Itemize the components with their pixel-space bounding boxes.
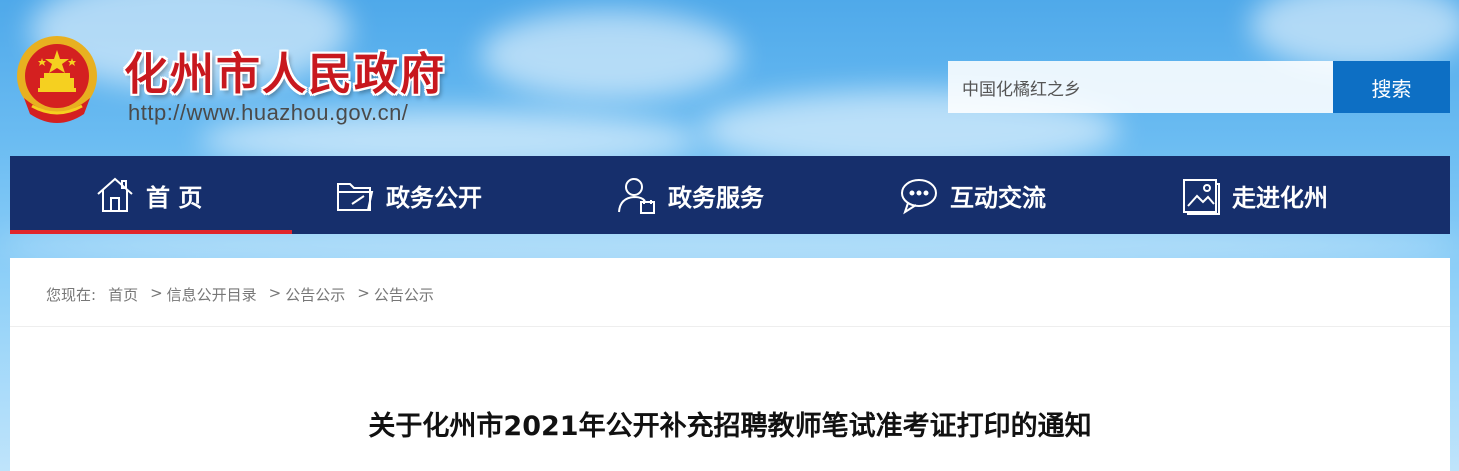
breadcrumb: 您现在: 首页 > 信息公开目录 > 公告公示 > 公告公示 — [46, 284, 434, 305]
breadcrumb-prefix: 您现在: — [46, 286, 97, 304]
breadcrumb-separator: > — [357, 284, 370, 302]
nav-item-label: 首 页 — [146, 183, 203, 212]
folder-icon — [337, 183, 374, 211]
breadcrumb-separator: > — [150, 284, 163, 302]
breadcrumb-announcements[interactable]: 公告公示 — [285, 284, 345, 305]
divider — [10, 326, 1450, 327]
picture-icon — [1183, 179, 1220, 215]
nav-item-label: 走进化州 — [1232, 183, 1328, 212]
nav-item-about-huazhou[interactable]: 走进化州 — [1180, 156, 1328, 234]
breadcrumb-announcements-current[interactable]: 公告公示 — [374, 284, 434, 305]
search-input[interactable] — [948, 61, 1333, 113]
nav-item-interaction[interactable]: 互动交流 — [898, 156, 1046, 234]
chat-icon — [901, 179, 937, 215]
breadcrumb-separator: > — [268, 284, 282, 302]
national-emblem-logo — [17, 36, 97, 123]
nav-active-indicator — [10, 230, 292, 234]
article-title: 关于化州市2021年公开补充招聘教师笔试准考证打印的通知 — [368, 411, 1092, 442]
nav-item-label: 政务服务 — [668, 183, 764, 212]
site-url[interactable]: http://www.huazhou.gov.cn/ — [128, 100, 408, 126]
nav-item-government-services[interactable]: 政务服务 — [616, 156, 764, 234]
nav-item-label: 政务公开 — [386, 183, 482, 212]
home-icon — [97, 177, 133, 212]
nav-item-government-affairs[interactable]: 政务公开 — [334, 156, 482, 234]
main-nav: 首 页 政务公开 政务服务 互动交流 走进化州 — [10, 156, 1450, 234]
breadcrumb-info-catalog[interactable]: 信息公开目录 — [167, 284, 257, 305]
nav-item-home[interactable]: 首 页 — [94, 156, 202, 234]
site-title[interactable]: 化州市人民政府 — [124, 38, 446, 102]
search-button[interactable]: 搜索 — [1333, 61, 1450, 113]
user-service-icon — [618, 178, 655, 214]
content-panel: 您现在: 首页 > 信息公开目录 > 公告公示 > 公告公示 关于化州市2021… — [10, 258, 1450, 471]
breadcrumb-home[interactable]: 首页 — [108, 284, 138, 305]
nav-item-label: 互动交流 — [950, 183, 1046, 212]
